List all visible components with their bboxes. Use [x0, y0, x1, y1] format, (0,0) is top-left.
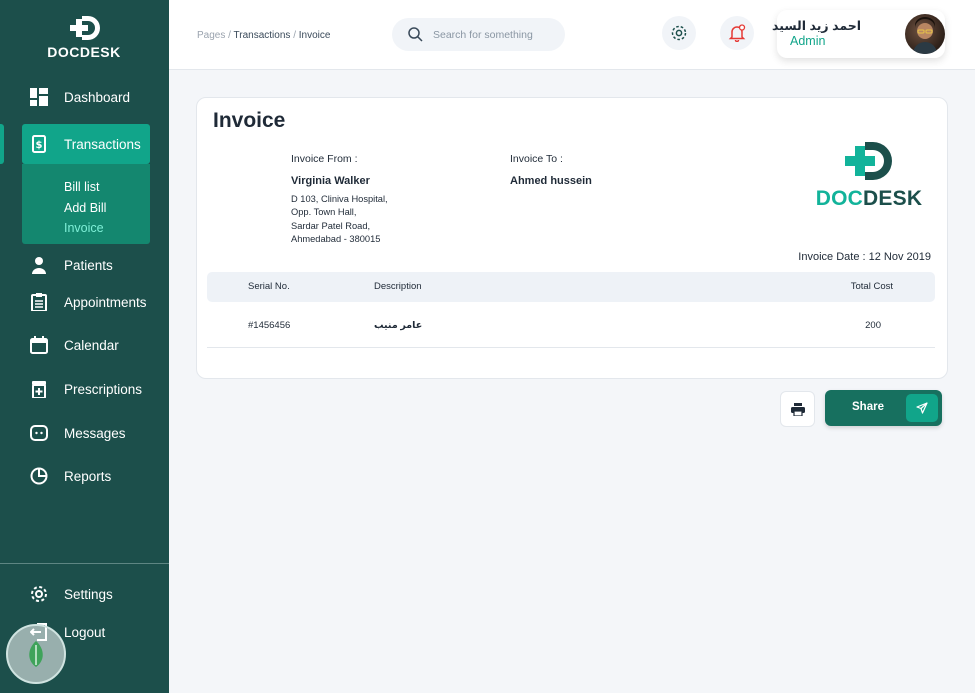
active-indicator [0, 124, 4, 164]
invoice-from-name: Virginia Walker [291, 175, 370, 187]
dashboard-icon [28, 86, 50, 108]
receipt-icon: $ [28, 133, 50, 155]
share-button[interactable]: Share [825, 390, 942, 426]
sidebar-item-label: Reports [64, 468, 112, 484]
svg-text:$: $ [36, 140, 43, 151]
cell-description: عامر منيب [374, 320, 423, 331]
sidebar-item-settings[interactable]: Settings [22, 574, 150, 614]
sidebar-item-calendar[interactable]: Calendar [22, 325, 150, 365]
page-title: Invoice [213, 109, 286, 132]
prescription-icon [28, 378, 50, 400]
breadcrumb: Pages / Transactions / Invoice [197, 30, 330, 41]
sidebar: DOCDESK Dashboard $ Transactions Bill li… [0, 0, 169, 693]
bell-icon [728, 24, 746, 42]
column-header-total: Total Cost [850, 281, 893, 292]
send-icon [906, 394, 938, 422]
invoice-to-name: Ahmed hussein [510, 175, 592, 187]
logo-mark-icon [845, 142, 892, 180]
column-header-description: Description [374, 281, 422, 292]
sidebar-divider [0, 563, 169, 564]
topbar: Pages / Transactions / Invoice Search fo… [169, 0, 975, 70]
calendar-icon [28, 334, 50, 356]
sidebar-item-label: Logout [64, 624, 106, 640]
sidebar-item-label: Appointments [64, 294, 147, 310]
sidebar-item-transactions[interactable]: $ Transactions [22, 124, 150, 164]
person-icon [28, 254, 50, 276]
pie-chart-icon [28, 465, 50, 487]
cell-total: 200 [865, 320, 881, 331]
sidebar-item-reports[interactable]: Reports [22, 456, 150, 496]
address-line: Sardar Patel Road, [291, 220, 371, 231]
watermark-leaf-icon [6, 624, 66, 684]
user-role: Admin [790, 34, 826, 48]
breadcrumb-pages[interactable]: Pages [197, 30, 225, 41]
sidebar-item-appointments[interactable]: Appointments [22, 282, 150, 322]
sidebar-item-label: Messages [64, 425, 126, 441]
invoice-logo: DOCDESK [811, 140, 927, 210]
submenu-invoice[interactable]: Invoice [64, 221, 150, 242]
submenu-bill-list[interactable]: Bill list [64, 180, 150, 201]
logo-text: DOCDESK [47, 44, 121, 60]
brand-logo[interactable]: DOCDESK [44, 14, 124, 60]
printer-icon [790, 402, 805, 416]
address-line: D 103, Cliniva Hospital, [291, 194, 388, 204]
clipboard-icon [28, 291, 50, 313]
address-line: Opp. Town Hall, [291, 207, 357, 218]
invoice-to-label: Invoice To : [510, 153, 563, 165]
sidebar-item-prescriptions[interactable]: Prescriptions [22, 369, 150, 409]
message-icon [28, 422, 50, 444]
sidebar-item-patients[interactable]: Patients [22, 245, 150, 285]
notifications-button[interactable] [720, 16, 754, 50]
breadcrumb-invoice: Invoice [298, 30, 331, 41]
logo-wordmark: DOCDESK [811, 187, 927, 211]
share-label: Share [852, 401, 884, 413]
avatar[interactable] [905, 14, 945, 54]
sidebar-item-label: Dashboard [64, 89, 131, 105]
sidebar-item-label: Settings [64, 586, 113, 602]
invoice-from-label: Invoice From : [291, 153, 358, 165]
submenu-add-bill[interactable]: Add Bill [64, 201, 150, 222]
sidebar-item-label: Patients [64, 257, 113, 273]
gear-icon [28, 583, 50, 605]
sidebar-item-messages[interactable]: Messages [22, 413, 150, 453]
logo-mark-icon [70, 16, 100, 40]
sidebar-item-label: Calendar [64, 337, 119, 353]
address-line: Ahmedabad - 380015 [291, 233, 381, 244]
breadcrumb-separator: / [293, 30, 296, 41]
invoice-card: Invoice Invoice From : Virginia Walker D… [196, 97, 948, 379]
sidebar-item-label: Prescriptions [64, 381, 143, 397]
print-button[interactable] [780, 391, 815, 427]
search-icon [408, 27, 423, 42]
breadcrumb-separator: / [228, 30, 231, 41]
logo-desk: DESK [863, 187, 923, 210]
logo-doc: DOC [815, 187, 864, 210]
search-placeholder: Search for something [433, 28, 533, 41]
column-header-serial: Serial No. [248, 281, 290, 292]
gear-icon [671, 25, 687, 41]
cell-serial: #1456456 [248, 320, 291, 331]
sidebar-item-dashboard[interactable]: Dashboard [22, 77, 150, 117]
invoice-from-address: D 103, Cliniva Hospital, Opp. Town Hall,… [291, 193, 388, 246]
sidebar-item-label: Transactions [64, 136, 141, 152]
table-header: Serial No. Description Total Cost [207, 272, 935, 302]
settings-button[interactable] [662, 16, 696, 50]
search-input[interactable]: Search for something [392, 18, 565, 51]
user-name: احمد زيد السيد [772, 19, 861, 33]
breadcrumb-transactions[interactable]: Transactions [234, 30, 291, 41]
invoice-date: Invoice Date : 12 Nov 2019 [798, 251, 931, 263]
table-row: #1456456 عامر منيب 200 [207, 310, 935, 348]
user-profile[interactable]: احمد زيد السيد Admin [772, 10, 945, 58]
transactions-submenu: Bill list Add Bill Invoice [22, 164, 150, 244]
